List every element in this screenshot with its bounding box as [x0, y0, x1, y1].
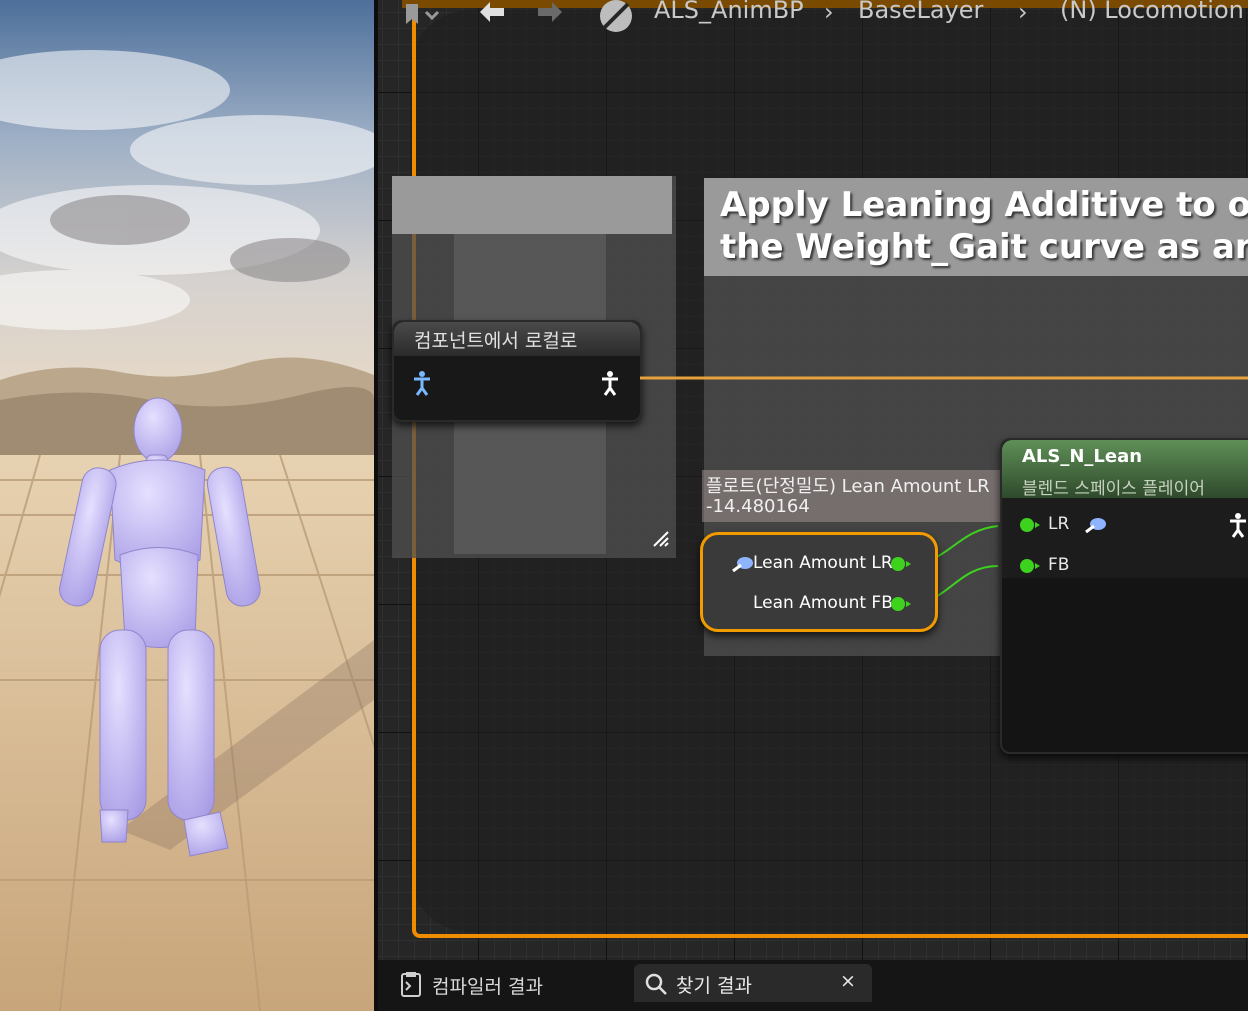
tooltip-type: 플로트(단정밀도) Lean Amount LR — [706, 476, 990, 497]
compiler-results-icon — [400, 972, 422, 1002]
viewport-scene — [0, 0, 374, 1011]
close-icon[interactable]: × — [840, 970, 856, 992]
lean-amount-variable-node[interactable]: Lean Amount LR Lean Amount FB — [700, 532, 938, 632]
node-header: ALS_N_Lean 블렌드 스페이스 플레이어 — [1002, 440, 1248, 499]
value-tooltip: 플로트(단정밀도) Lean Amount LR -14.480164 — [702, 470, 1002, 522]
pin-label-fb: FB — [1048, 555, 1070, 575]
node-title: ALS_N_Lean — [1022, 446, 1143, 467]
tab-search-results[interactable]: 찾기 결과 × — [634, 964, 872, 1002]
input-pin-fb[interactable] — [1020, 559, 1040, 573]
bottom-tab-bar: 컴파일러 결과 찾기 결과 × — [378, 960, 1248, 1011]
node-subtitle: 블렌드 스페이스 플레이어 — [1022, 479, 1205, 499]
anim-graph-editor[interactable]: ALS_AnimBP › BaseLayer › (N) Locomotion … — [378, 0, 1248, 1011]
preview-viewport[interactable] — [0, 0, 374, 1011]
pin-label-lr: LR — [1048, 514, 1070, 534]
input-pin-lr[interactable] — [1020, 518, 1040, 532]
output-pin-lean-lr[interactable] — [891, 557, 911, 571]
als-n-lean-node[interactable]: ALS_N_Lean 블렌드 스페이스 플레이어 LR FB — [1000, 438, 1248, 754]
tab-compiler-results[interactable]: 컴파일러 결과 — [388, 964, 628, 1002]
pose-output-pin-icon[interactable] — [1228, 512, 1248, 542]
pin-label-lean-lr: Lean Amount LR — [753, 553, 893, 573]
tab-label: 찾기 결과 — [676, 975, 752, 997]
search-icon — [644, 972, 668, 1000]
property-access-icon — [1084, 514, 1110, 538]
tooltip-value: -14.480164 — [706, 496, 810, 517]
pin-label-lean-fb: Lean Amount FB — [753, 593, 893, 613]
output-pin-lean-fb[interactable] — [891, 597, 911, 611]
tab-label: 컴파일러 결과 — [432, 976, 543, 998]
